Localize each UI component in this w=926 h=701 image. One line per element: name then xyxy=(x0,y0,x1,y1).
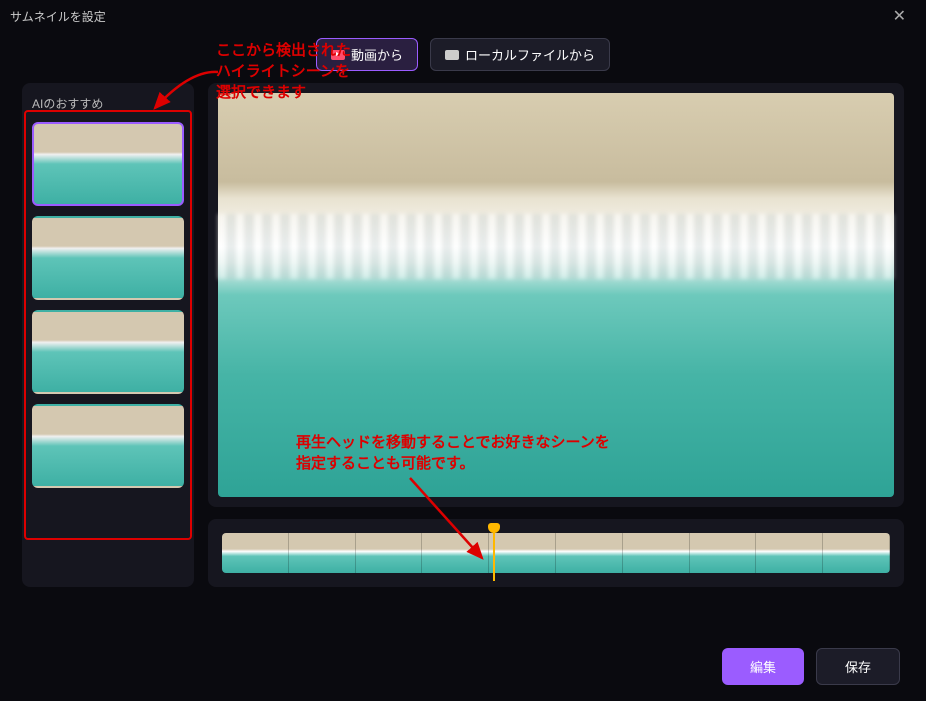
tab-from-local-file[interactable]: ローカルファイルから xyxy=(430,38,610,71)
timeline-frame xyxy=(422,533,489,573)
timeline-frame xyxy=(690,533,757,573)
timeline-frame xyxy=(623,533,690,573)
window-title: サムネイルを設定 xyxy=(10,8,106,25)
preview-panel xyxy=(208,83,904,507)
ai-thumb-3[interactable] xyxy=(32,310,184,394)
ai-recommend-sidebar: AIのおすすめ xyxy=(22,83,194,587)
timeline-strip[interactable] xyxy=(222,533,890,573)
ai-thumb-2[interactable] xyxy=(32,216,184,300)
save-button[interactable]: 保存 xyxy=(816,648,900,685)
close-icon[interactable]: ✕ xyxy=(885,2,914,30)
sidebar-title: AIのおすすめ xyxy=(32,95,184,112)
preview-image xyxy=(218,93,894,497)
ai-thumb-4[interactable] xyxy=(32,404,184,488)
wave-texture xyxy=(218,214,894,279)
timeline-panel xyxy=(208,519,904,587)
playhead[interactable] xyxy=(493,525,495,581)
timeline-frame xyxy=(289,533,356,573)
timeline-frame xyxy=(823,533,890,573)
tab-label-video: 動画から xyxy=(351,45,403,64)
ai-thumb-1[interactable] xyxy=(32,122,184,206)
video-icon xyxy=(331,50,345,60)
edit-button[interactable]: 編集 xyxy=(722,648,804,685)
tab-label-local: ローカルファイルから xyxy=(465,45,595,64)
tab-from-video[interactable]: 動画から xyxy=(316,38,418,71)
timeline-frame xyxy=(756,533,823,573)
timeline-frame xyxy=(489,533,556,573)
timeline-frame xyxy=(556,533,623,573)
timeline-frame xyxy=(222,533,289,573)
timeline-frame xyxy=(356,533,423,573)
image-icon xyxy=(445,50,459,60)
